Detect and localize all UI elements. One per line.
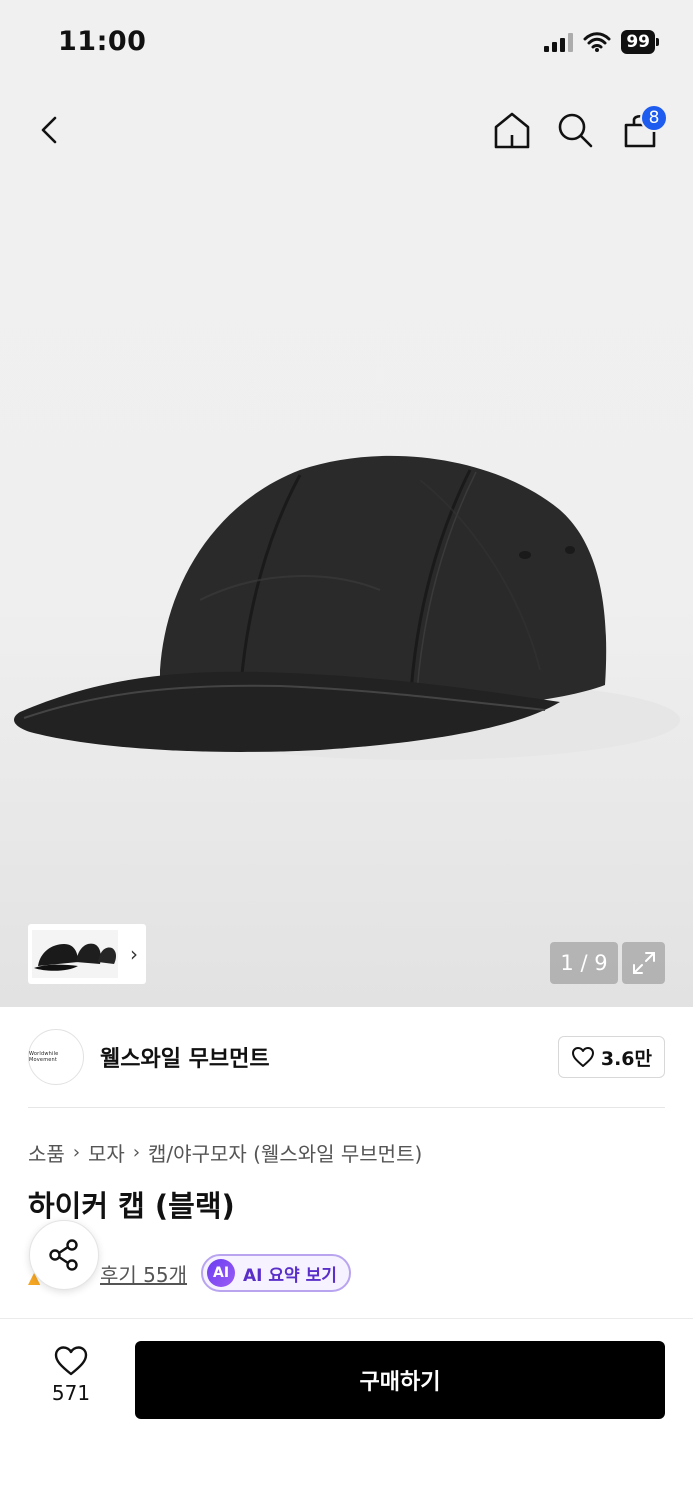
share-icon bbox=[49, 1239, 78, 1271]
brand-like-count: 3.6만 bbox=[600, 1047, 652, 1070]
product-title: 하이커 캡 (블랙) bbox=[28, 1189, 235, 1223]
chevron-left-icon bbox=[41, 116, 57, 144]
heart-icon bbox=[54, 1346, 88, 1376]
battery-level: 99 bbox=[621, 30, 655, 54]
product-image-black-cap[interactable] bbox=[0, 420, 693, 780]
status-indicators: 99 bbox=[544, 30, 659, 54]
home-icon bbox=[494, 112, 530, 149]
search-button[interactable] bbox=[551, 106, 599, 154]
back-button[interactable] bbox=[26, 106, 74, 154]
status-time: 11:00 bbox=[58, 26, 147, 57]
breadcrumb-item[interactable]: 캡/야구모자 (웰스와일 무브먼트) bbox=[148, 1138, 422, 1167]
divider bbox=[28, 1107, 665, 1108]
thumbnail-image bbox=[32, 930, 118, 978]
thumbnail-strip[interactable]: › bbox=[28, 924, 146, 984]
cart-button[interactable]: 8 bbox=[616, 104, 668, 154]
breadcrumb-separator-icon: › bbox=[132, 1142, 141, 1163]
buy-button[interactable]: 구매하기 bbox=[135, 1341, 665, 1419]
home-button[interactable] bbox=[488, 106, 536, 154]
brand-like-button[interactable]: 3.6만 bbox=[557, 1036, 665, 1078]
ai-summary-button[interactable]: AI AI 요약 보기 bbox=[201, 1254, 351, 1292]
status-bar: 11:00 99 bbox=[0, 0, 693, 90]
product-gallery[interactable]: 8 › 1 / 9 bbox=[0, 0, 693, 1007]
brand-name[interactable]: 웰스와일 무브먼트 bbox=[100, 1041, 270, 1073]
brand-logo[interactable]: Worldwhile Movement bbox=[28, 1029, 84, 1085]
cellular-signal-icon bbox=[544, 32, 574, 52]
breadcrumb-item[interactable]: 모자 bbox=[88, 1138, 125, 1167]
ai-badge-icon: AI bbox=[207, 1259, 236, 1287]
cart-count-badge: 8 bbox=[640, 104, 668, 132]
brand-logo-text: Worldwhile Movement bbox=[29, 1051, 59, 1063]
wishlist-button[interactable]: 571 bbox=[38, 1345, 104, 1405]
breadcrumb-item[interactable]: 소품 bbox=[28, 1138, 65, 1167]
expand-icon bbox=[632, 952, 655, 974]
wishlist-count: 571 bbox=[51, 1381, 91, 1405]
breadcrumb-separator-icon: › bbox=[72, 1142, 81, 1163]
breadcrumb: 소품 › 모자 › 캡/야구모자 (웰스와일 무브먼트) bbox=[28, 1138, 422, 1167]
expand-button[interactable] bbox=[622, 942, 665, 984]
thumbnail-next-arrow[interactable]: › bbox=[130, 942, 138, 966]
bottom-action-bar: 571 구매하기 bbox=[0, 1318, 693, 1500]
review-count-link[interactable]: 후기 55개 bbox=[100, 1259, 187, 1288]
image-page-counter: 1 / 9 bbox=[550, 942, 618, 984]
wifi-icon bbox=[583, 32, 611, 52]
search-icon bbox=[558, 113, 593, 148]
brand-row[interactable]: Worldwhile Movement 웰스와일 무브먼트 3.6만 bbox=[28, 1028, 665, 1086]
heart-icon bbox=[571, 1047, 594, 1067]
share-button[interactable] bbox=[29, 1220, 99, 1290]
battery-icon: 99 bbox=[621, 30, 659, 54]
ai-summary-label: AI 요약 보기 bbox=[243, 1265, 337, 1286]
